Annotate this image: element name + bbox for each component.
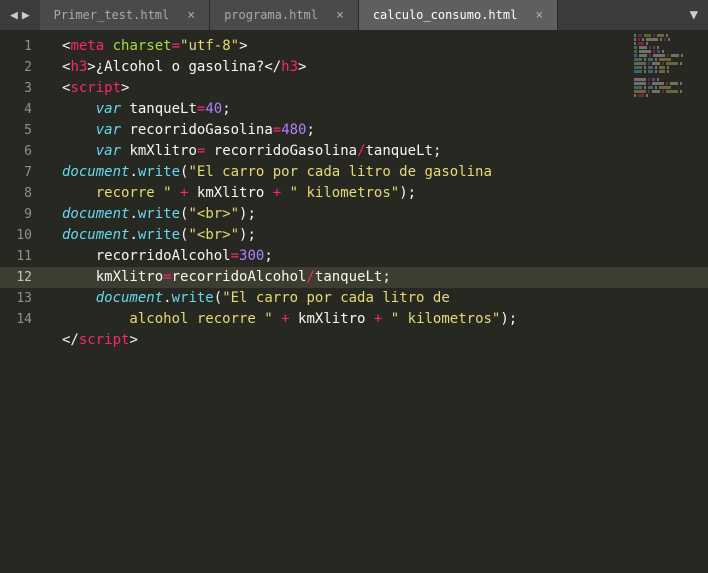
line-number: 2 bbox=[0, 57, 48, 78]
line-number: 7 bbox=[0, 162, 48, 183]
editor[interactable]: 1234567891011121314 <meta charset="utf-8… bbox=[0, 30, 708, 573]
code-line[interactable]: document.write("El carro por cada litro … bbox=[48, 288, 708, 309]
code-line[interactable]: var tanqueLt=40; bbox=[48, 99, 708, 120]
code-line[interactable]: recorridoAlcohol=300; bbox=[48, 246, 708, 267]
line-number: 1 bbox=[0, 36, 48, 57]
code-line[interactable]: document.write("El carro por cada litro … bbox=[48, 162, 708, 183]
code-line[interactable]: <script> bbox=[48, 78, 708, 99]
nav-forward-icon[interactable]: ▶ bbox=[20, 8, 32, 23]
nav-back-icon[interactable]: ◀ bbox=[8, 8, 20, 23]
code-line[interactable]: <h3>¿Alcohol o gasolina?</h3> bbox=[48, 57, 708, 78]
line-number-gutter: 1234567891011121314 bbox=[0, 30, 48, 573]
code-line[interactable]: kmXlitro=recorridoAlcohol/tanqueLt; bbox=[48, 267, 708, 288]
line-number: 12 bbox=[0, 267, 48, 288]
line-number: 14 bbox=[0, 309, 48, 330]
code-line[interactable]: var kmXlitro= recorridoGasolina/tanqueLt… bbox=[48, 141, 708, 162]
tab-2[interactable]: calculo_consumo.html × bbox=[359, 0, 558, 30]
line-number: 8 bbox=[0, 183, 48, 204]
code-area[interactable]: <meta charset="utf-8"><h3>¿Alcohol o gas… bbox=[48, 30, 708, 573]
close-icon[interactable]: × bbox=[336, 8, 344, 23]
line-number: 9 bbox=[0, 204, 48, 225]
line-number: 4 bbox=[0, 99, 48, 120]
line-number: 5 bbox=[0, 120, 48, 141]
nav-arrows: ◀ ▶ bbox=[0, 0, 40, 30]
line-number: 13 bbox=[0, 288, 48, 309]
code-line[interactable]: alcohol recorre " + kmXlitro + " kilomet… bbox=[48, 309, 708, 330]
line-number: 3 bbox=[0, 78, 48, 99]
close-icon[interactable]: × bbox=[535, 8, 543, 23]
tab-1[interactable]: programa.html × bbox=[210, 0, 359, 30]
tab-overflow-dropdown[interactable]: ▼ bbox=[680, 0, 708, 30]
code-line[interactable]: document.write("<br>"); bbox=[48, 204, 708, 225]
line-number: 11 bbox=[0, 246, 48, 267]
tab-label: programa.html bbox=[224, 8, 318, 22]
tab-0[interactable]: Primer_test.html × bbox=[40, 0, 210, 30]
code-line[interactable]: recorre " + kmXlitro + " kilometros"); bbox=[48, 183, 708, 204]
code-line[interactable]: document.write("<br>"); bbox=[48, 225, 708, 246]
code-line[interactable]: </script> bbox=[48, 330, 708, 351]
line-number: 6 bbox=[0, 141, 48, 162]
tab-label: calculo_consumo.html bbox=[373, 8, 518, 22]
code-line[interactable]: var recorridoGasolina=480; bbox=[48, 120, 708, 141]
code-line[interactable]: <meta charset="utf-8"> bbox=[48, 36, 708, 57]
close-icon[interactable]: × bbox=[187, 8, 195, 23]
chevron-down-icon: ▼ bbox=[690, 7, 698, 23]
tab-label: Primer_test.html bbox=[54, 8, 170, 22]
titlebar: ◀ ▶ Primer_test.html×programa.html×calcu… bbox=[0, 0, 708, 30]
line-number: 10 bbox=[0, 225, 48, 246]
tabs: Primer_test.html×programa.html×calculo_c… bbox=[40, 0, 680, 30]
